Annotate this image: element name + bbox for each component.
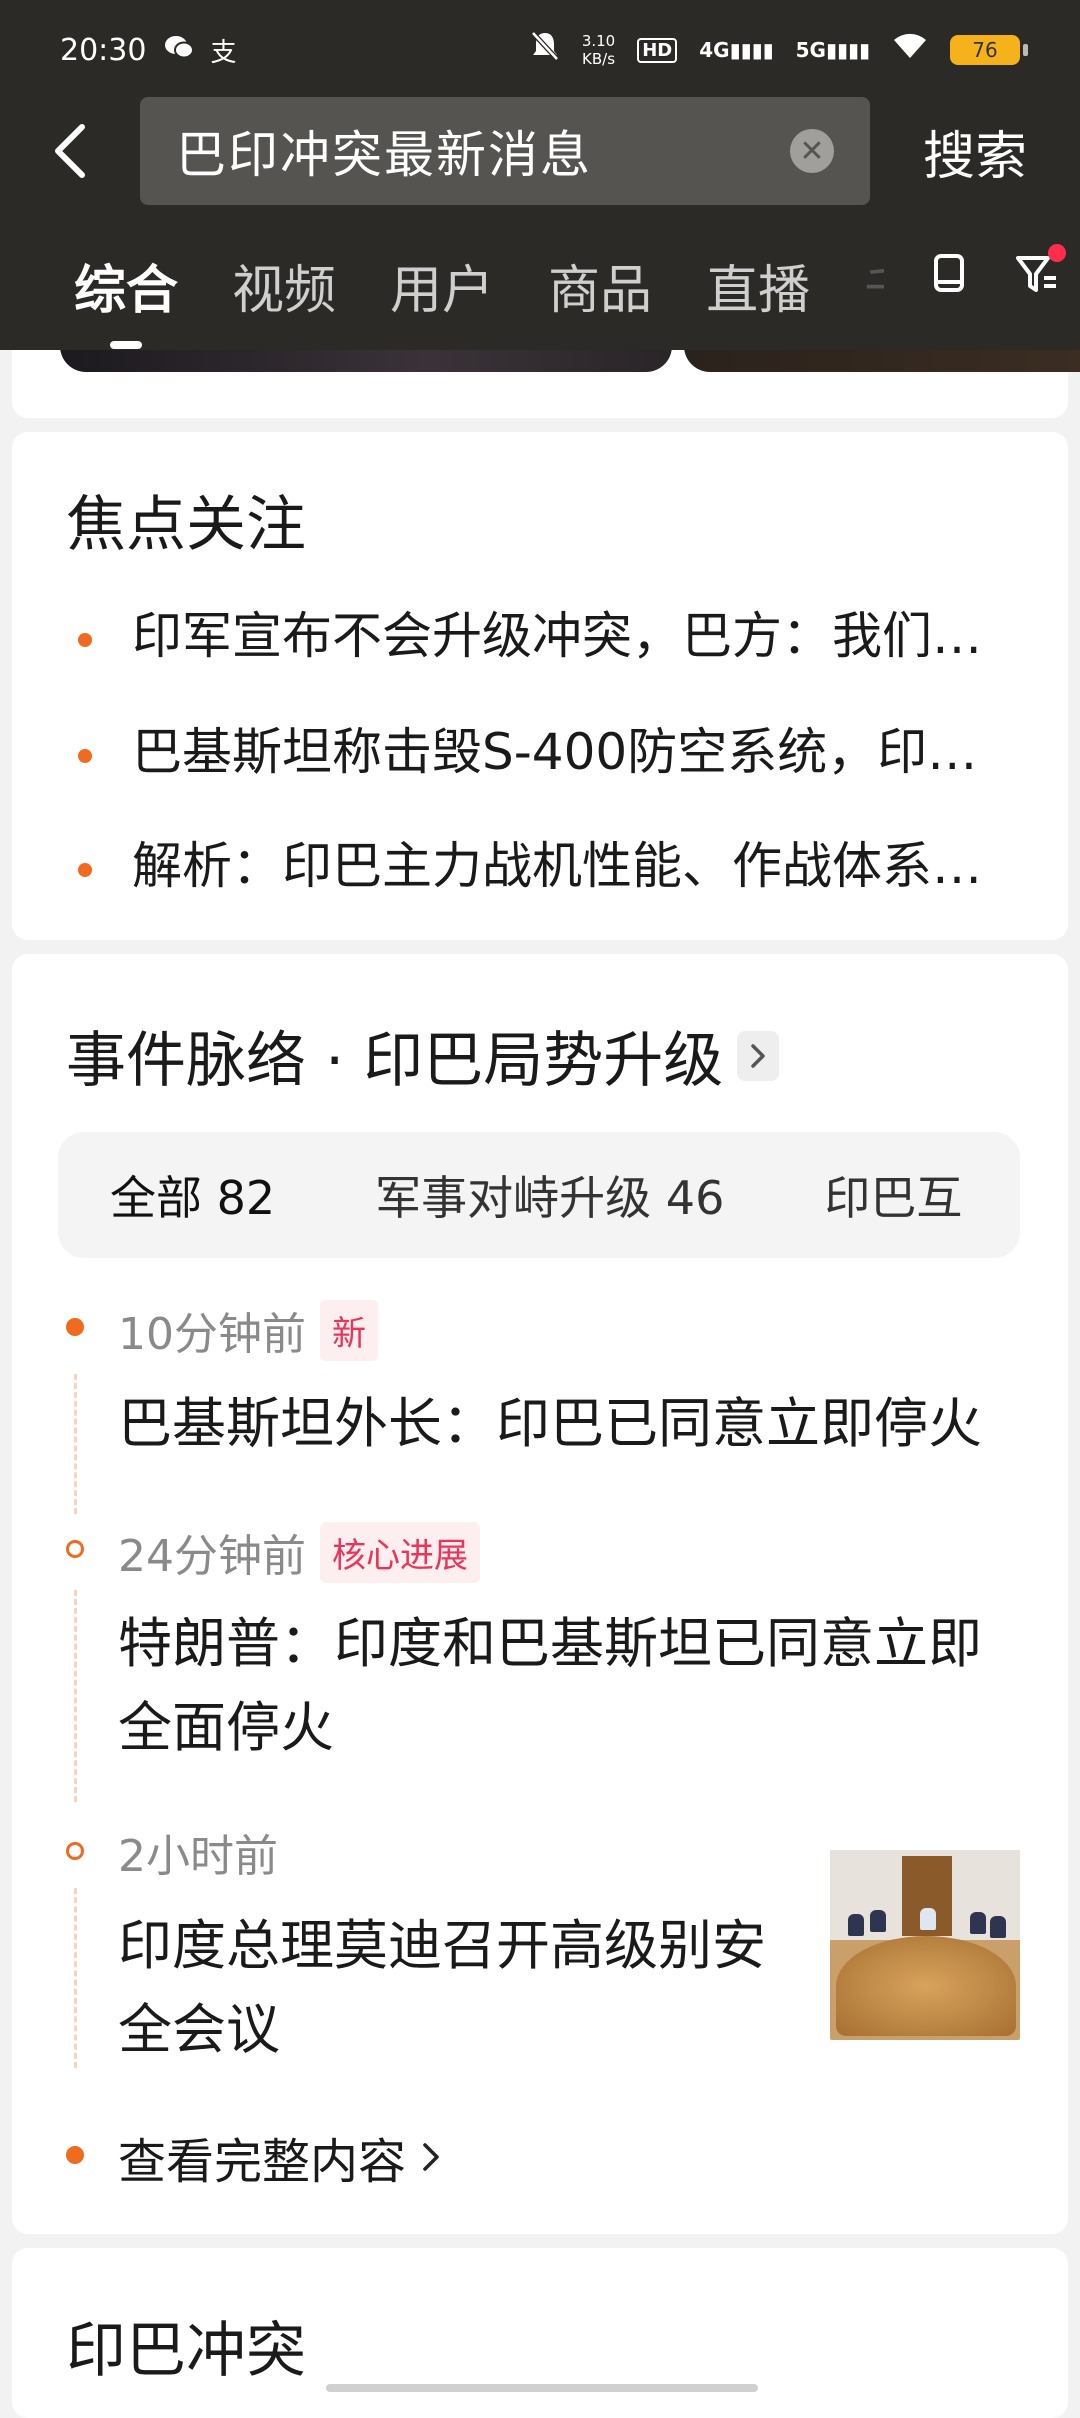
focus-title: 焦点关注 <box>66 490 306 560</box>
next-card[interactable]: 印巴冲突 <box>12 2248 1068 2418</box>
timeline-time: 2小时前 <box>118 1831 278 1882</box>
back-button[interactable] <box>0 96 140 206</box>
signal-5g: 5G▮▮▮▮ <box>795 38 870 62</box>
timeline-dot <box>66 1318 84 1336</box>
bullet-dot <box>78 632 92 647</box>
timeline-time: 24分钟前 核心进展 <box>118 1520 480 1584</box>
next-card-title: 印巴冲突 <box>66 2316 306 2386</box>
search-query[interactable]: 巴印冲突最新消息 <box>176 115 790 187</box>
timeline-dot <box>66 1540 84 1558</box>
battery-indicator: 76 <box>950 35 1028 65</box>
focus-item[interactable]: 印军宣布不会升级冲突，巴方：我们… <box>78 596 1038 668</box>
timeline-line <box>74 1590 77 1802</box>
wifi-icon <box>892 32 928 68</box>
tab-comprehensive[interactable]: 综合 <box>74 248 178 323</box>
timeline-time: 10分钟前 新 <box>118 1298 378 1362</box>
signal-4g: 4G▮▮▮▮ <box>699 38 774 62</box>
tab-more[interactable]: 千 <box>864 248 884 323</box>
timeline-line <box>74 1888 77 2068</box>
search-button[interactable]: 搜索 <box>870 114 1080 189</box>
focus-item[interactable]: 巴基斯坦称击毁S-400防空系统，印… <box>78 712 1038 784</box>
top-header: 20:30 支 3.10 KB/s HD 4G▮▮▮▮ 5G▮▮▮▮ 76 巴印… <box>0 0 1080 350</box>
tab-users[interactable]: 用户 <box>390 248 494 323</box>
event-filter-bar: 全部 82 军事对峙升级 46 印巴互 <box>58 1132 1020 1258</box>
events-title[interactable]: 事件脉络 · 印巴局势升级 <box>66 1012 780 1099</box>
clear-icon[interactable]: ✕ <box>790 129 834 173</box>
new-badge: 新 <box>320 1299 378 1361</box>
focus-card: 焦点关注 印军宣布不会升级冲突，巴方：我们… 巴基斯坦称击毁S-400防空系统，… <box>12 432 1068 940</box>
bullet-dot <box>78 862 92 877</box>
events-card: 事件脉络 · 印巴局势升级 全部 82 军事对峙升级 46 印巴互 10分钟前 … <box>12 954 1068 2234</box>
timeline-dot <box>66 1842 84 1860</box>
mute-bell-icon <box>530 30 560 70</box>
tab-live[interactable]: 直播 <box>706 248 810 323</box>
filter-all[interactable]: 全部 82 <box>110 1162 275 1228</box>
filter-military[interactable]: 军事对峙升级 46 <box>375 1162 724 1228</box>
tab-products[interactable]: 商品 <box>548 248 652 323</box>
net-speed: 3.10 KB/s <box>581 32 616 68</box>
timeline-dot <box>66 2146 84 2164</box>
search-row: 巴印冲突最新消息 ✕ 搜索 <box>0 96 1080 206</box>
filter-mutual[interactable]: 印巴互 <box>824 1162 962 1228</box>
bullet-dot <box>78 748 92 763</box>
layout-toggle-icon[interactable] <box>926 250 972 300</box>
timeline-headline[interactable]: 特朗普：印度和巴基斯坦已同意立即 全面停火 <box>118 1602 982 1770</box>
timeline-headline[interactable]: 印度总理莫迪召开高级别安 全会议 <box>118 1904 766 2072</box>
focus-item[interactable]: 解析：印巴主力战机性能、作战体系… <box>78 826 1038 898</box>
home-indicator[interactable] <box>326 2384 758 2392</box>
chevron-left-icon <box>55 124 85 178</box>
chevron-right-icon <box>423 2143 439 2171</box>
alipay-icon: 支 <box>210 37 237 68</box>
timeline-headline[interactable]: 巴基斯坦外长：印巴已同意立即停火 <box>118 1382 982 1466</box>
notification-dot <box>1048 244 1066 262</box>
hd-badge: HD <box>637 37 678 63</box>
tab-video[interactable]: 视频 <box>232 248 336 323</box>
status-time: 20:30 <box>60 32 147 68</box>
key-progress-badge: 核心进展 <box>320 1521 480 1583</box>
timeline-line <box>74 1374 77 1514</box>
chevron-right-icon[interactable] <box>737 1030 780 1081</box>
status-bar: 20:30 支 3.10 KB/s HD 4G▮▮▮▮ 5G▮▮▮▮ 76 <box>0 0 1080 100</box>
tab-bar: 综合 视频 用户 商品 直播 千 <box>0 230 1080 340</box>
meeting-photo[interactable] <box>830 1850 1020 2040</box>
wechat-icon <box>164 34 195 67</box>
view-full-content-link[interactable]: 查看完整内容 <box>118 2122 442 2192</box>
filter-icon[interactable] <box>1014 244 1066 300</box>
search-input[interactable]: 巴印冲突最新消息 ✕ <box>140 97 870 205</box>
